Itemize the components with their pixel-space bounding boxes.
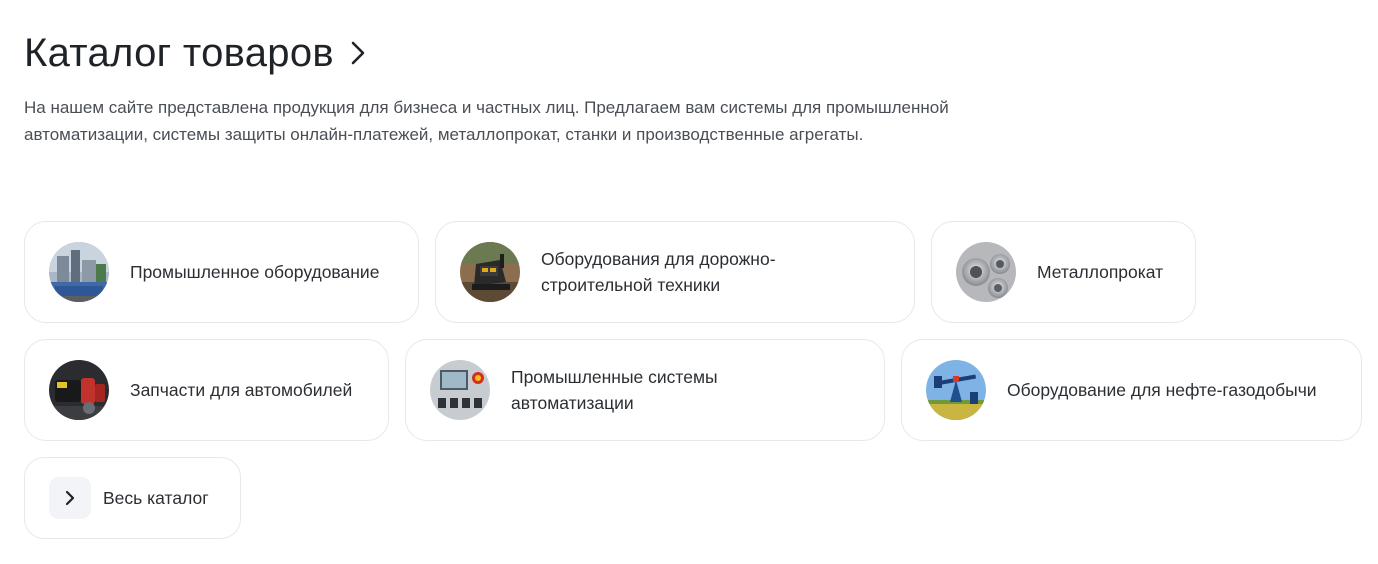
catalog-title-link[interactable]: Каталог товаров [24, 28, 368, 78]
category-card-automation-systems[interactable]: Промышленные системы автоматизации [405, 339, 885, 441]
all-catalog-label: Весь каталог [103, 487, 209, 508]
category-label: Оборудование для нефте-газодобычи [1007, 380, 1317, 400]
category-label: Металлопрокат [1037, 262, 1164, 282]
chevron-right-icon [348, 39, 368, 67]
category-label: Промышленное оборудование [130, 262, 380, 282]
page-title: Каталог товаров [24, 31, 334, 75]
road-paver-photo [460, 242, 520, 302]
car-parts-photo [49, 360, 109, 420]
category-card-oil-gas[interactable]: Оборудование для нефте-газодобычи [901, 339, 1362, 441]
all-catalog-button[interactable]: Весь каталог [24, 457, 241, 539]
category-label: Промышленные системы автоматизации [511, 367, 718, 413]
category-label: Запчасти для автомобилей [130, 380, 353, 400]
chevron-right-icon [49, 477, 91, 519]
category-card-metal-products[interactable]: Металлопрокат [931, 221, 1196, 323]
catalog-description: На нашем сайте представлена продукция дл… [24, 98, 949, 144]
category-label: Оборудования для дорожно-строительной те… [541, 249, 776, 295]
category-card-road-construction[interactable]: Оборудования для дорожно-строительной те… [435, 221, 915, 323]
category-card-car-parts[interactable]: Запчасти для автомобилей [24, 339, 389, 441]
oil-pump-jack-photo [926, 360, 986, 420]
category-card-industrial-equipment[interactable]: Промышленное оборудование [24, 221, 419, 323]
metal-pipes-photo [956, 242, 1016, 302]
control-panel-photo [430, 360, 490, 420]
industrial-plant-photo [49, 242, 109, 302]
catalog-section: Каталог товаров На нашем сайте представл… [0, 0, 1378, 564]
